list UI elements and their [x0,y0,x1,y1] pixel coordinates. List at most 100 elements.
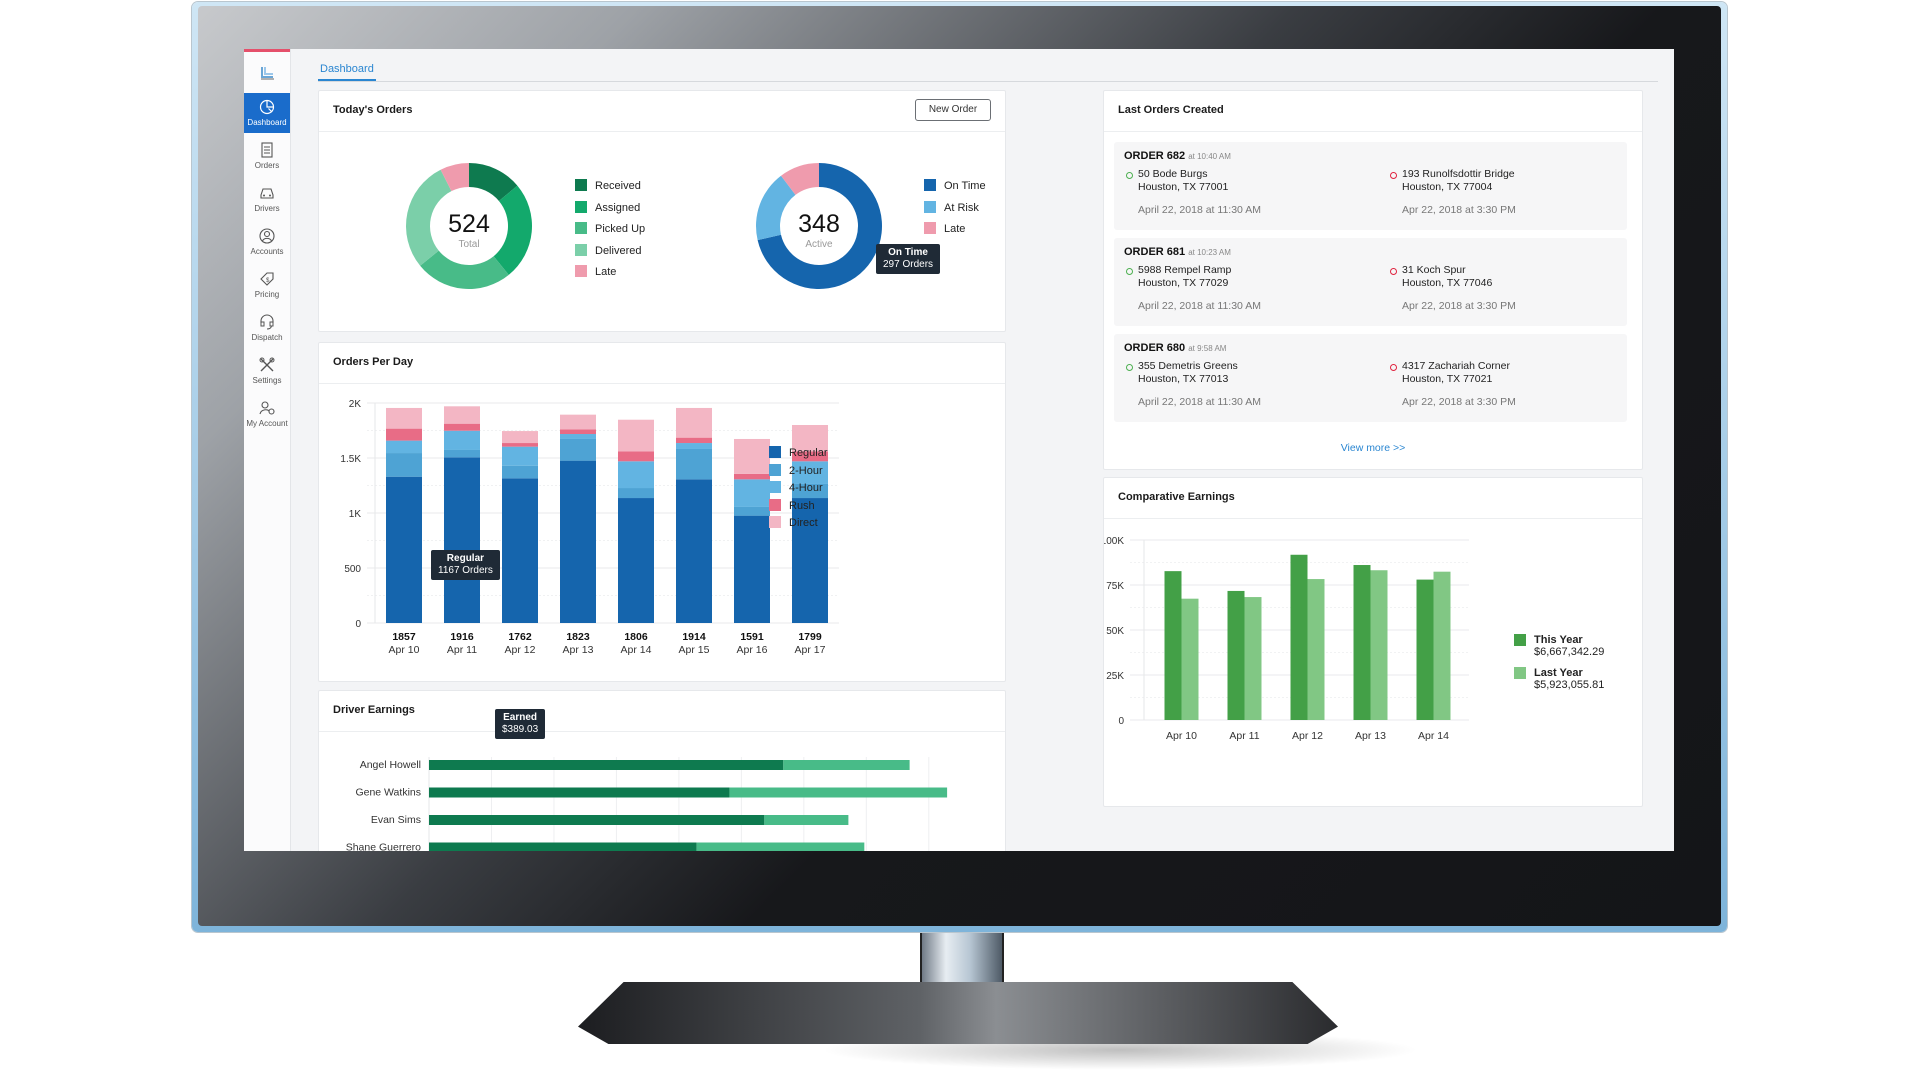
legend-swatch [769,446,781,458]
sidebar-item-orders[interactable]: Orders [244,136,290,176]
donut-slice-delivered[interactable] [406,169,452,266]
y-tick-label: 0 [355,619,361,630]
bar-segment-rush[interactable] [444,423,480,431]
y-tick-label: 25K [1106,671,1124,682]
earned-tooltip: Earned $389.03 [495,709,546,739]
new-order-button[interactable]: New Order [915,99,991,121]
bar-segment-rush[interactable] [676,437,712,444]
bar-this-year[interactable] [1290,554,1308,720]
bar-segment-4-hour[interactable] [502,446,538,466]
bar-segment-direct[interactable] [386,407,422,429]
bar-this-year[interactable] [1353,565,1371,720]
dropoff-marker-icon [1390,268,1397,275]
bar-segment-direct[interactable] [502,431,538,444]
legend-label: Direct [789,517,818,529]
bar-earned[interactable] [429,760,784,770]
sidebar-item-dispatch[interactable]: Dispatch [244,308,290,348]
bar-segment-regular[interactable] [676,479,712,623]
bar-earned[interactable] [429,842,697,852]
bar-segment-regular[interactable] [502,478,538,623]
tooltip-title: Regular [446,553,485,564]
bar-remaining[interactable] [729,787,948,798]
bar-segment-rush[interactable] [618,451,654,462]
bar-segment-2-hour[interactable] [618,488,654,499]
bar-segment-4-hour[interactable] [734,479,770,507]
donut-active-value: 348 [798,210,840,238]
sidebar-item-label: Settings [252,376,282,385]
total-orders-donut: 524 Total [406,163,532,289]
bar-segment-4-hour[interactable] [386,440,422,454]
bar-last-year[interactable] [1370,570,1388,720]
bar-total-label: 1914 [682,631,706,643]
bar-segment-2-hour[interactable] [676,448,712,480]
bar-remaining[interactable] [783,760,910,770]
sidebar: Dashboard Orders Drivers Accounts $ Pricing Di… [244,49,291,851]
driver-name: Shane Guerrero [346,842,421,852]
bar-segment-4-hour[interactable] [618,461,654,489]
app-logo[interactable] [244,55,290,91]
headset-icon [260,314,274,330]
order-card[interactable]: ORDER 681 at 10:23 AM 5988 Rempel Ramp Hou… [1114,238,1627,326]
sidebar-item-my-account[interactable]: My Account [244,394,290,434]
x-tick-label: Apr 14 [621,644,652,656]
bar-segment-4-hour[interactable] [560,434,596,439]
bar-segment-regular[interactable] [734,515,770,623]
bar-this-year[interactable] [1164,571,1182,720]
bar-remaining[interactable] [764,815,849,825]
sidebar-item-drivers[interactable]: Drivers [244,179,290,219]
bar-last-year[interactable] [1433,571,1451,720]
orders-per-day-panel: Orders Per Day 0 500 1K 1.5K 2K 1857 Apr 10 191… [318,342,1006,682]
bar-earned[interactable] [429,787,730,798]
order-card[interactable]: ORDER 680 at 9:58 AM 355 Demetris Greens H… [1114,334,1627,422]
bar-last-year[interactable] [1307,579,1325,720]
bar-segment-regular[interactable] [560,460,596,623]
tooltip-value: $389.03 [502,724,539,735]
bar-last-year[interactable] [1181,598,1199,720]
bar-segment-2-hour[interactable] [502,465,538,479]
address-line1: 31 Koch Spur [1402,264,1466,276]
bar-segment-rush[interactable] [560,429,596,435]
sidebar-item-dashboard[interactable]: Dashboard [244,93,290,133]
bar-segment-2-hour[interactable] [560,438,596,461]
x-tick-label: Apr 12 [505,644,536,656]
tab-dashboard[interactable]: Dashboard [318,63,376,81]
orders-per-day-legend-item: Regular [769,446,828,459]
bar-earned[interactable] [429,815,765,825]
bar-segment-2-hour[interactable] [734,506,770,516]
legend-label: Last Year [1534,667,1583,679]
view-more-link[interactable]: View more >> [1104,442,1642,454]
comparative-legend-item: Last Year $5,923,055.81 [1514,667,1604,691]
sidebar-item-pricing[interactable]: $ Pricing [244,265,290,305]
bar-segment-regular[interactable] [444,457,480,623]
bar-segment-direct[interactable] [618,419,654,452]
sidebar-item-settings[interactable]: Settings [244,351,290,391]
dropoff-address: 193 Runolfsdottir Bridge Houston, TX 7700… [1402,168,1515,194]
bar-last-year[interactable] [1244,597,1262,720]
sidebar-item-label: My Account [246,419,288,428]
order-title: ORDER 681 at 10:23 AM [1124,246,1231,258]
driver-name: Evan Sims [371,814,421,826]
bar-segment-rush[interactable] [502,443,538,447]
bar-segment-regular[interactable] [386,476,422,623]
sidebar-item-accounts[interactable]: Accounts [244,222,290,262]
bar-segment-direct[interactable] [560,414,596,430]
order-card[interactable]: ORDER 682 at 10:40 AM 50 Bode Burgs Housto… [1114,142,1627,230]
bar-segment-direct[interactable] [734,438,770,474]
bar-segment-rush[interactable] [734,473,770,480]
bar-total-label: 1799 [798,631,822,643]
order-title: ORDER 680 at 9:58 AM [1124,342,1226,354]
bar-segment-4-hour[interactable] [676,443,712,449]
bar-this-year[interactable] [1416,579,1434,720]
receipt-icon [261,142,273,158]
bar-remaining[interactable] [696,842,865,852]
bar-segment-direct[interactable] [676,407,712,438]
bar-segment-4-hour[interactable] [444,430,480,450]
bar-this-year[interactable] [1227,590,1245,720]
bar-segment-2-hour[interactable] [386,453,422,477]
car-icon [260,188,274,199]
bar-segment-rush[interactable] [386,428,422,441]
bar-segment-regular[interactable] [618,498,654,623]
bar-segment-direct[interactable] [444,406,480,424]
bar-segment-2-hour[interactable] [444,449,480,458]
comparative-legend-item: This Year $6,667,342.29 [1514,634,1604,658]
